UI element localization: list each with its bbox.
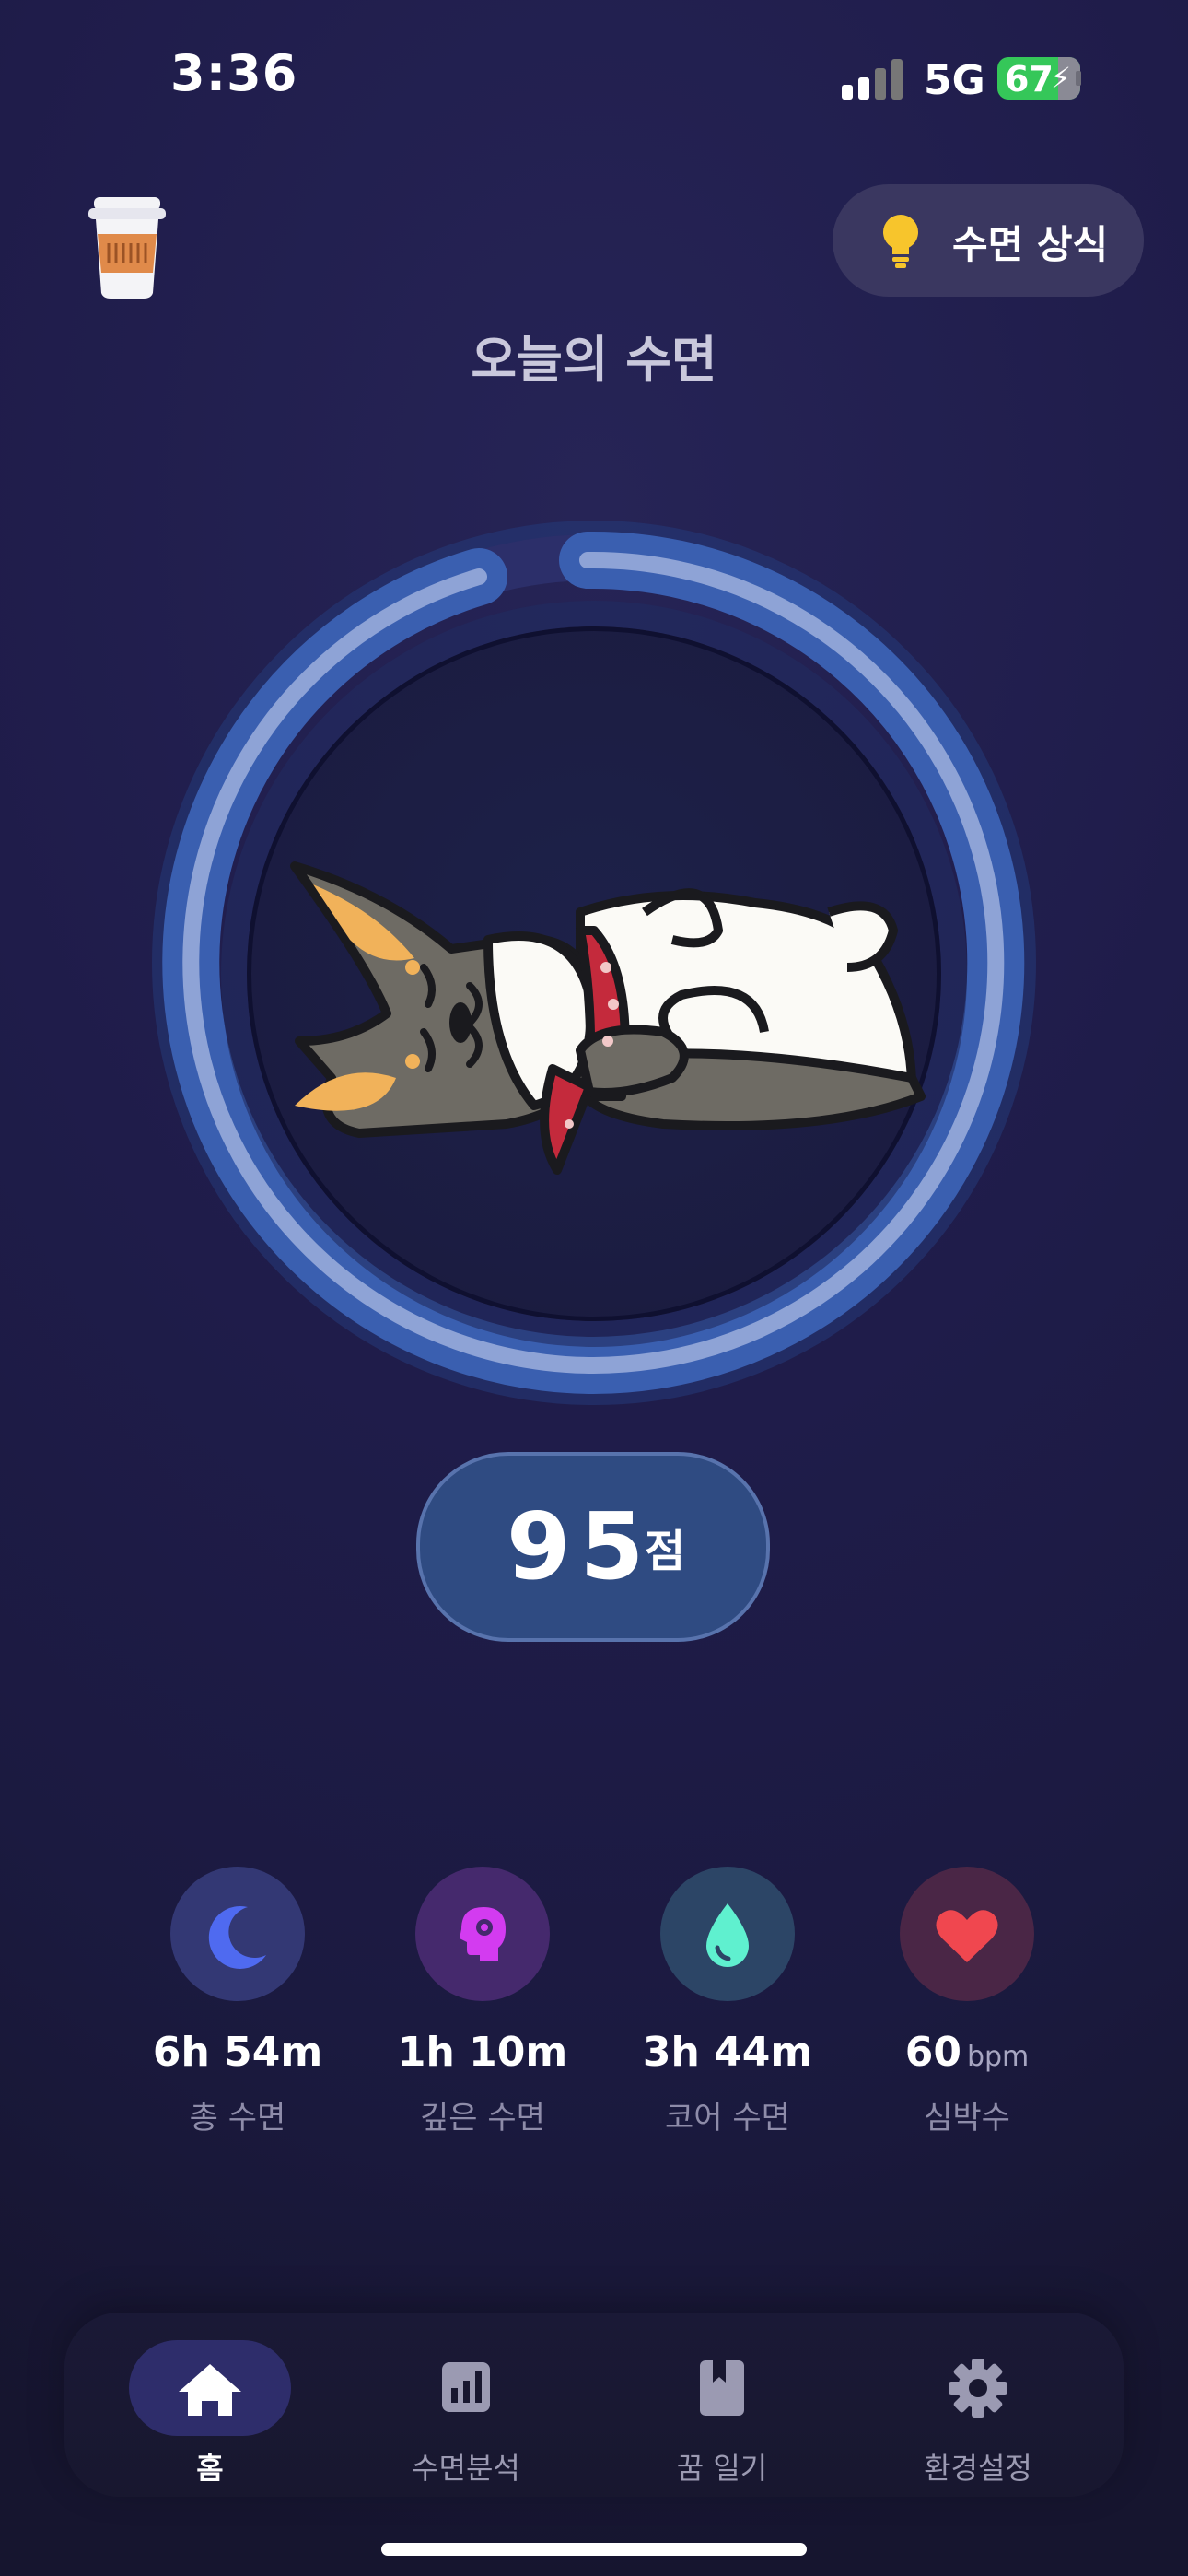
lightbulb-icon: [883, 215, 918, 268]
stat-label: 총 수면: [189, 2100, 286, 2137]
stat-unit: bpm: [966, 2041, 1030, 2073]
tab-settings[interactable]: 환경설정: [877, 2340, 1079, 2488]
home-indicator[interactable]: [381, 2543, 807, 2556]
brain-icon: [415, 1867, 550, 2001]
charging-bolt-icon: ⚡: [1050, 61, 1071, 96]
tab-dream-diary[interactable]: 꿈 일기: [621, 2340, 823, 2488]
network-type: 5G: [924, 57, 985, 104]
status-time: 3:36: [170, 44, 298, 102]
page-title: 오늘의 수면: [471, 331, 717, 389]
stat-deep-sleep: 1h 10m 깊은 수면: [363, 1867, 602, 2137]
stat-value: 6h 54m: [152, 2029, 323, 2076]
stat-heart-rate: 60 bpm 심박수: [847, 1867, 1087, 2137]
tab-label: 홈: [196, 2451, 224, 2486]
stat-value: 60 bpm: [904, 2029, 1030, 2076]
sleep-score-badge: 95 점: [416, 1452, 770, 1642]
stat-core-sleep: 3h 44m 코어 수면: [608, 1867, 847, 2137]
battery-percentage: 67: [1005, 59, 1054, 100]
drop-icon: [660, 1867, 795, 2001]
heart-icon: [900, 1867, 1034, 2001]
sleep-tips-label: 수면 상식: [952, 222, 1109, 267]
moon-icon: [170, 1867, 305, 2001]
stat-total-sleep: 6h 54m 총 수면: [118, 1867, 357, 2137]
battery-icon: 67 ⚡: [997, 57, 1080, 100]
sleep-score-unit: 점: [645, 1526, 686, 1577]
battery-cap: [1076, 71, 1081, 86]
home-icon: [129, 2340, 291, 2436]
gear-icon: [897, 2340, 1059, 2436]
coffee-cup-icon[interactable]: [88, 197, 166, 299]
stat-label: 심박수: [924, 2100, 1010, 2137]
stat-label: 깊은 수면: [420, 2100, 545, 2137]
tab-label: 꿈 일기: [676, 2451, 768, 2486]
sleep-score-value: 95: [507, 1493, 654, 1600]
cellular-signal-icon: [842, 59, 904, 100]
chart-icon: [385, 2340, 547, 2436]
tab-home[interactable]: 홈: [109, 2340, 311, 2488]
sleep-tips-button[interactable]: 수면 상식: [833, 184, 1144, 297]
sleeping-dog-illustration: [276, 829, 939, 1198]
stat-value: 3h 44m: [642, 2029, 813, 2076]
book-icon: [641, 2340, 803, 2436]
stat-value: 1h 10m: [397, 2029, 568, 2076]
bottom-tab-bar: 홈 수면분석 꿈 일기 환경설정: [64, 2313, 1124, 2497]
tab-sleep-analysis[interactable]: 수면분석: [365, 2340, 567, 2488]
stat-label: 코어 수면: [665, 2100, 790, 2137]
tab-label: 환경설정: [924, 2451, 1032, 2486]
tab-label: 수면분석: [412, 2451, 520, 2486]
